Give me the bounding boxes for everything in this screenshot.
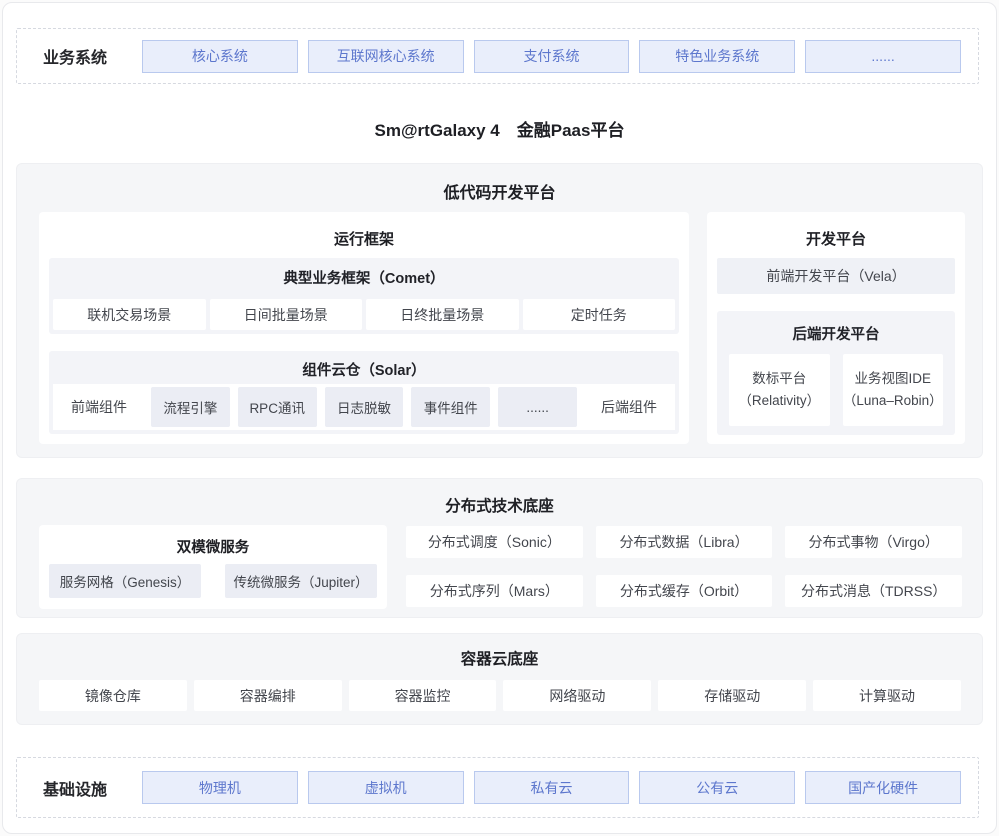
low-code-title: 低代码开发平台 [17,179,982,203]
node-orbit: 分布式缓存（Orbit） [596,575,773,607]
dual-mode-title: 双模微服务 [39,536,387,557]
node-online-trading: 联机交易场景 [53,299,206,330]
node-mars: 分布式序列（Mars） [406,575,583,607]
dual-mode-card: 双模微服务 服务网格（Genesis） 传统微服务（Jupiter） [39,525,387,609]
runtime-card: 运行框架 典型业务框架（Comet） 联机交易场景 日间批量场景 日终批量场景 … [39,212,689,444]
comet-title: 典型业务框架（Comet） [49,267,679,288]
btn-physical-machine[interactable]: 物理机 [142,771,298,804]
platform-title: Sm@rtGalaxy 4 金融Paas平台 [0,116,999,141]
node-container-monitoring: 容器监控 [349,680,497,711]
btn-private-cloud[interactable]: 私有云 [474,771,630,804]
node-compute-driver: 计算驱动 [813,680,961,711]
business-systems-label: 业务系统 [43,44,142,68]
node-daytime-batch: 日间批量场景 [210,299,363,330]
node-frontend-components: 前端组件 [53,384,145,430]
dev-platform-title: 开发平台 [707,228,965,249]
distributed-title: 分布式技术底座 [17,494,982,516]
node-tdrss: 分布式消息（TDRSS） [785,575,962,607]
node-libra: 分布式数据（Libra） [596,526,773,558]
distributed-row-2: 分布式序列（Mars） 分布式缓存（Orbit） 分布式消息（TDRSS） [406,575,962,607]
node-backend-components: 后端组件 [583,384,675,430]
node-luna-robin-code: （Luna–Robin） [843,390,943,412]
infrastructure-box: 基础设施 物理机 虚拟机 私有云 公有云 国产化硬件 [16,757,979,818]
node-container-orchestration: 容器编排 [194,680,342,711]
node-relativity-code: （Relativity） [738,390,820,412]
node-image-registry: 镜像仓库 [39,680,187,711]
comet-items: 联机交易场景 日间批量场景 日终批量场景 定时任务 [53,299,675,330]
backend-dev-items: 数标平台 （Relativity） 业务视图IDE （Luna–Robin） [729,354,943,426]
node-relativity: 数标平台 （Relativity） [729,354,830,426]
architecture-diagram-page: 业务系统 核心系统 互联网核心系统 支付系统 特色业务系统 ...... Sm@… [0,0,999,836]
btn-core-system[interactable]: 核心系统 [142,40,298,73]
node-log-masking: 日志脱敏 [325,387,404,427]
container-cloud-title: 容器云底座 [17,647,982,669]
backend-dev-title: 后端开发平台 [717,323,955,344]
node-luna-robin: 业务视图IDE （Luna–Robin） [843,354,944,426]
btn-special-business-system[interactable]: 特色业务系统 [639,40,795,73]
runtime-title: 运行框架 [39,228,689,249]
solar-chips: 流程引擎 RPC通讯 日志脱敏 事件组件 ...... [145,387,583,427]
node-process-engine: 流程引擎 [151,387,230,427]
node-relativity-name: 数标平台 [752,368,806,390]
container-cloud-items: 镜像仓库 容器编排 容器监控 网络驱动 存储驱动 计算驱动 [39,680,961,711]
section-container-cloud: 容器云底座 镜像仓库 容器编排 容器监控 网络驱动 存储驱动 计算驱动 [16,633,983,725]
node-event-components: 事件组件 [411,387,490,427]
backend-dev-card: 后端开发平台 数标平台 （Relativity） 业务视图IDE （Luna–R… [717,311,955,435]
distributed-row-1: 分布式调度（Sonic） 分布式数据（Libra） 分布式事物（Virgo） [406,526,962,558]
node-scheduled-task: 定时任务 [523,299,676,330]
btn-payment-system[interactable]: 支付系统 [474,40,630,73]
node-jupiter: 传统微服务（Jupiter） [225,564,377,598]
btn-virtual-machine[interactable]: 虚拟机 [308,771,464,804]
btn-public-cloud[interactable]: 公有云 [639,771,795,804]
node-eod-batch: 日终批量场景 [366,299,519,330]
node-rpc-comms: RPC通讯 [238,387,317,427]
business-systems-box: 业务系统 核心系统 互联网核心系统 支付系统 特色业务系统 ...... [16,28,979,84]
node-virgo: 分布式事物（Virgo） [785,526,962,558]
node-ellipsis: ...... [498,387,577,427]
comet-card: 典型业务框架（Comet） 联机交易场景 日间批量场景 日终批量场景 定时任务 [49,258,679,334]
solar-row: 前端组件 流程引擎 RPC通讯 日志脱敏 事件组件 ...... 后端组件 [53,384,675,430]
btn-internet-core-system[interactable]: 互联网核心系统 [308,40,464,73]
btn-domestic-hardware[interactable]: 国产化硬件 [805,771,961,804]
btn-more-systems[interactable]: ...... [805,40,961,73]
section-low-code: 低代码开发平台 运行框架 典型业务框架（Comet） 联机交易场景 日间批量场景… [16,163,983,458]
node-vela: 前端开发平台（Vela） [717,258,955,294]
section-distributed: 分布式技术底座 双模微服务 服务网格（Genesis） 传统微服务（Jupite… [16,478,983,618]
node-genesis: 服务网格（Genesis） [49,564,201,598]
dev-platform-card: 开发平台 前端开发平台（Vela） 后端开发平台 数标平台 （Relativit… [707,212,965,444]
node-network-driver: 网络驱动 [503,680,651,711]
infrastructure-label: 基础设施 [43,776,142,800]
node-storage-driver: 存储驱动 [658,680,806,711]
node-luna-robin-name: 业务视图IDE [854,368,931,390]
solar-card: 组件云仓（Solar） 前端组件 流程引擎 RPC通讯 日志脱敏 事件组件 ..… [49,351,679,434]
dual-mode-items: 服务网格（Genesis） 传统微服务（Jupiter） [49,564,377,598]
business-systems-buttons: 核心系统 互联网核心系统 支付系统 特色业务系统 ...... [142,40,961,73]
solar-title: 组件云仓（Solar） [49,359,679,380]
node-sonic: 分布式调度（Sonic） [406,526,583,558]
infrastructure-buttons: 物理机 虚拟机 私有云 公有云 国产化硬件 [142,771,961,804]
